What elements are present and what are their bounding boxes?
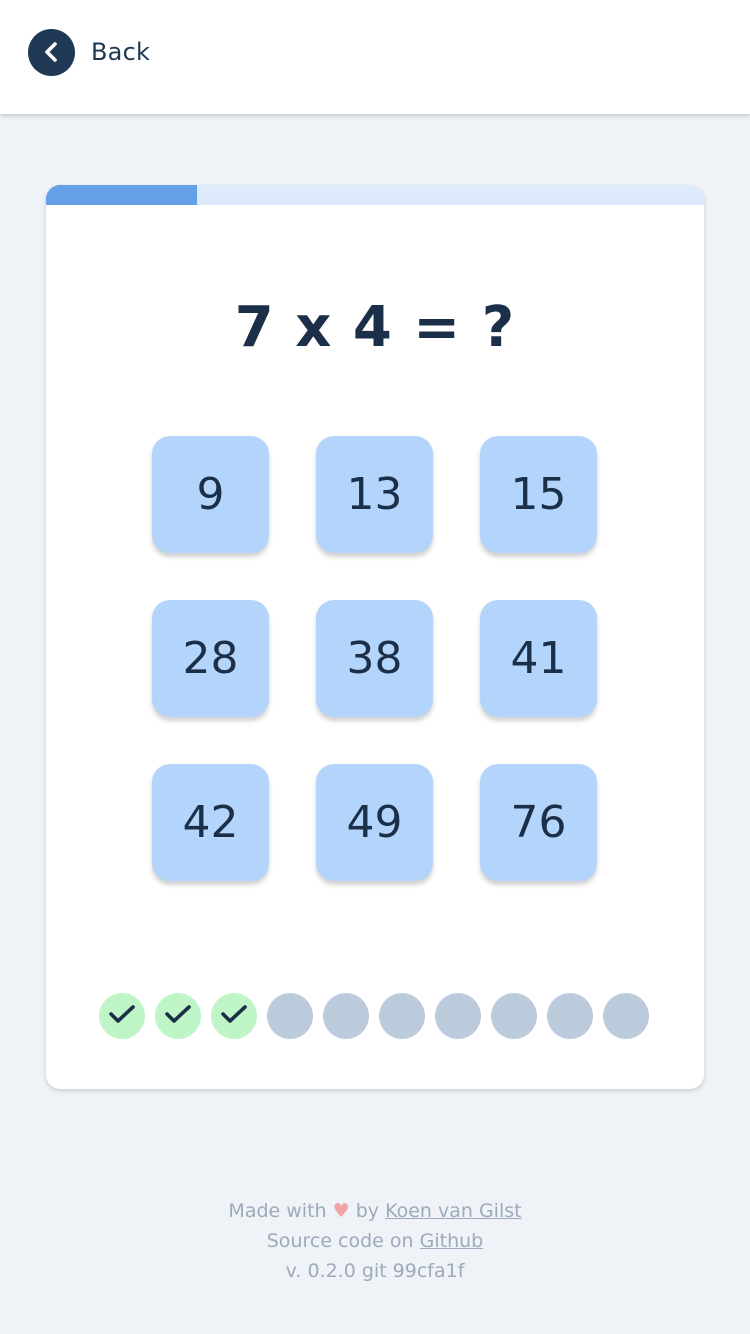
checkmark-icon [164, 1003, 192, 1029]
back-button[interactable]: Back [28, 28, 150, 76]
answer-button[interactable]: 49 [316, 764, 433, 881]
footer-credit-line: Made with ♥ by Koen van Gilst [0, 1196, 750, 1226]
result-dot-pending [379, 993, 425, 1039]
result-indicators [99, 993, 649, 1039]
checkmark-icon [108, 1003, 136, 1029]
result-dot-pending [323, 993, 369, 1039]
quiz-card: 7 x 4 = ? 9 13 15 28 38 41 42 49 76 [46, 185, 704, 1089]
answer-button[interactable]: 28 [152, 600, 269, 717]
answer-button[interactable]: 9 [152, 436, 269, 553]
progress-bar [46, 185, 704, 205]
answer-button[interactable]: 42 [152, 764, 269, 881]
answer-button[interactable]: 13 [316, 436, 433, 553]
result-dot-pending [435, 993, 481, 1039]
question-text: 7 x 4 = ? [234, 295, 516, 360]
result-dot-pending [603, 993, 649, 1039]
progress-fill [46, 185, 198, 205]
footer-source-line: Source code on Github [0, 1226, 750, 1256]
source-text: Source code on [266, 1230, 414, 1252]
answer-grid: 9 13 15 28 38 41 42 49 76 [152, 436, 598, 881]
footer: Made with ♥ by Koen van Gilst Source cod… [0, 1196, 750, 1286]
by-text: by [355, 1200, 380, 1222]
answer-button[interactable]: 41 [480, 600, 597, 717]
top-bar: Back [0, 0, 750, 114]
heart-icon: ♥ [332, 1200, 350, 1222]
back-label: Back [91, 38, 151, 66]
made-with-text: Made with [228, 1200, 327, 1222]
answer-button[interactable]: 38 [316, 600, 433, 717]
checkmark-icon [220, 1003, 248, 1029]
result-dot-pending [547, 993, 593, 1039]
result-dot-pending [491, 993, 537, 1039]
result-dot-correct [99, 993, 145, 1039]
version-text: v. 0.2.0 git 99cfa1f [285, 1260, 465, 1282]
github-link[interactable]: Github [420, 1230, 484, 1252]
result-dot-correct [155, 993, 201, 1039]
chevron-left-icon [28, 28, 75, 76]
result-dot-pending [267, 993, 313, 1039]
result-dot-correct [211, 993, 257, 1039]
answer-button[interactable]: 15 [480, 436, 597, 553]
author-link[interactable]: Koen van Gilst [385, 1200, 522, 1222]
answer-button[interactable]: 76 [480, 764, 597, 881]
